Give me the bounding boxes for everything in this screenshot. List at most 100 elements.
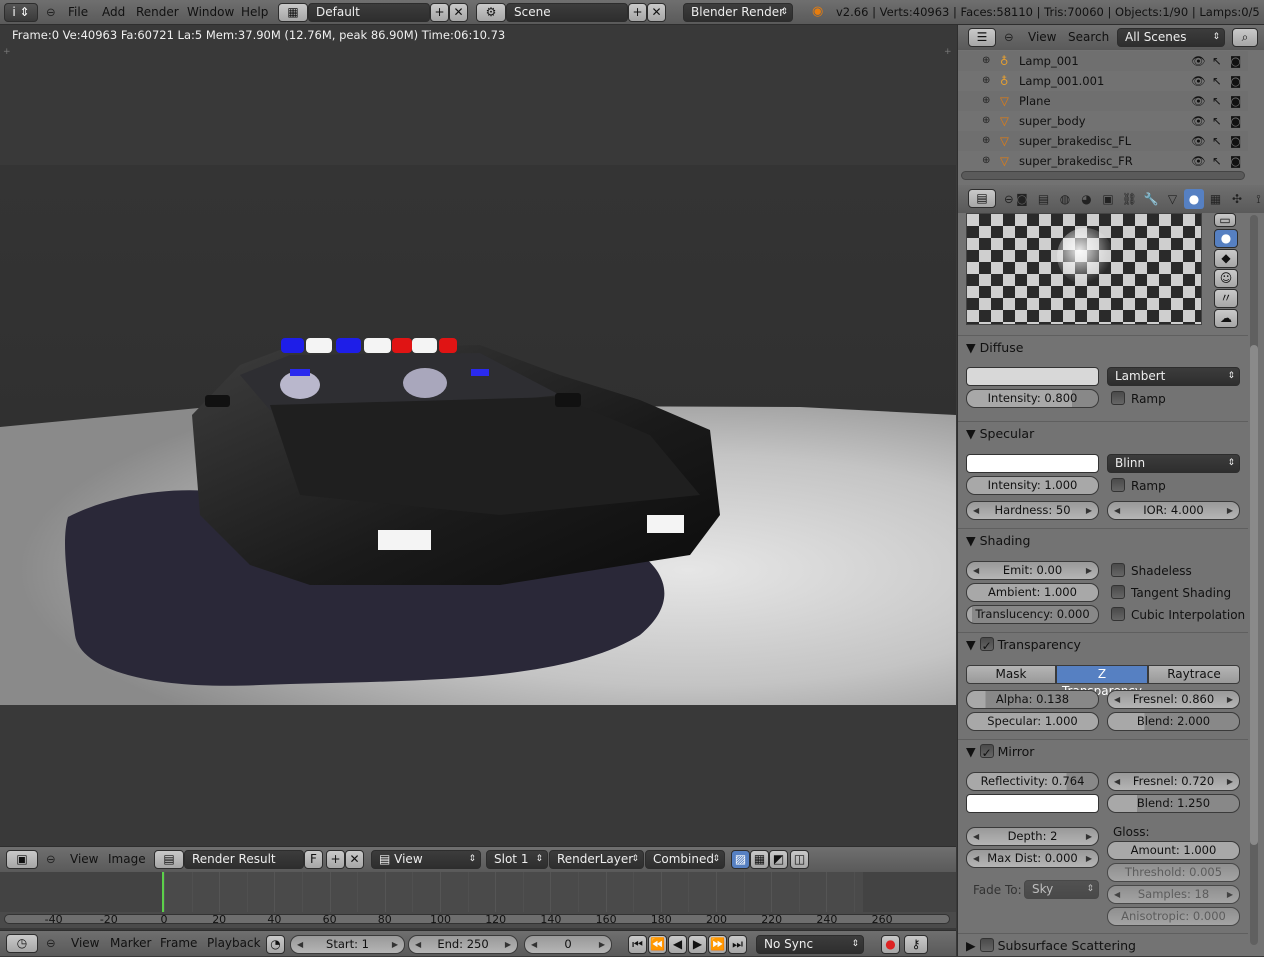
transparency-checkbox[interactable]: ✓ [980,637,994,651]
render-engine-select[interactable]: Blender Render⇕ [683,3,793,22]
editor-type-properties-icon[interactable]: ▤ [968,189,996,208]
outliner-item-name[interactable]: super_brakedisc_FR [1019,151,1133,171]
fake-user-button[interactable]: F [304,850,323,869]
outliner-item-name[interactable]: Lamp_001.001 [1019,71,1104,91]
keying-icon[interactable]: ⚷ [904,935,928,954]
specular-ramp-checkbox[interactable] [1111,478,1125,492]
draw-zbuffer-icon[interactable]: ◫ [790,850,809,869]
render-icon[interactable]: ◙ [1230,91,1241,111]
visibility-icon[interactable]: 👁 [1191,91,1206,111]
visibility-icon[interactable]: 👁 [1191,151,1206,171]
menu-frame[interactable]: Frame [160,931,197,956]
screen-layout-field[interactable]: Default [308,3,430,22]
draw-rgb-icon[interactable]: ▦ [750,850,769,869]
current-frame-marker[interactable] [162,872,164,912]
select-icon[interactable]: ↖ [1212,91,1222,111]
scene-icon[interactable]: ⚙ [476,3,506,22]
slot-select[interactable]: Slot 1⇕ [486,850,548,869]
add-scene-icon[interactable]: + [628,3,647,22]
tab-z-transparency[interactable]: Z Transparency [1056,665,1148,684]
screen-layout-icon[interactable]: ▦ [278,3,308,22]
transparency-blend-slider[interactable]: Blend: 2.000 [1107,712,1240,731]
scene-field[interactable]: Scene [506,3,628,22]
gloss-threshold-slider[interactable]: Threshold: 0.005 [1107,863,1240,882]
select-icon[interactable]: ↖ [1212,71,1222,91]
menu-window[interactable]: Window [187,0,234,25]
render-pass-select[interactable]: Combined⇕ [645,850,725,869]
start-frame-field[interactable]: ◀Start: 1▶ [290,935,405,954]
data-icon[interactable]: ▽ [1163,189,1183,209]
collapse-menu-icon[interactable]: ⊖ [46,5,56,19]
scene-icon[interactable]: ◍ [1055,189,1075,209]
texture-icon[interactable]: ▦ [1206,189,1226,209]
render-icon[interactable]: ◙ [1230,151,1241,171]
editor-type-outliner-icon[interactable]: ☰ [968,28,996,47]
outliner-row[interactable]: ⊕♁Lamp_001👁↖◙ [958,51,1248,71]
preview-range-icon[interactable]: ◔ [266,935,285,954]
expand-icon[interactable]: ⊕ [982,51,990,71]
menu-view[interactable]: View [1028,25,1056,50]
physics-icon[interactable]: ⟟ [1249,189,1264,209]
play-reverse-icon[interactable]: ◀ [668,935,687,954]
jump-end-icon[interactable]: ⏭ [728,935,747,954]
outliner-scrollbar[interactable] [961,171,1245,180]
expand-icon[interactable]: ⊕ [982,151,990,171]
select-icon[interactable]: ↖ [1212,111,1222,131]
menu-help[interactable]: Help [241,0,268,25]
properties-scrollbar-track[interactable] [1250,215,1258,945]
alpha-slider[interactable]: Alpha: 0.138 [966,690,1099,709]
transparency-panel-header[interactable]: ▼ ✓ Transparency [966,634,1248,656]
particles-icon[interactable]: ✣ [1227,189,1247,209]
visibility-icon[interactable]: 👁 [1191,131,1206,151]
outliner-item-name[interactable]: Plane [1019,91,1051,111]
collapse-menu-icon[interactable]: ⊖ [46,852,56,866]
outliner-display-select[interactable]: All Scenes⇕ [1117,28,1225,47]
menu-add[interactable]: Add [102,0,125,25]
add-layout-icon[interactable]: + [430,3,449,22]
outliner-row[interactable]: ⊕▽Plane👁↖◙ [958,91,1248,111]
outliner-row[interactable]: ⊕▽super_brakedisc_FR👁↖◙ [958,151,1248,171]
gloss-amount-slider[interactable]: Amount: 1.000 [1107,841,1240,860]
select-icon[interactable]: ↖ [1212,151,1222,171]
render-icon[interactable]: ◙ [1012,189,1032,209]
preview-cube-icon[interactable]: ◆ [1214,249,1238,268]
mirror-color-swatch[interactable] [966,794,1099,813]
delete-scene-icon[interactable]: ✕ [647,3,666,22]
tangent-shading-checkbox[interactable] [1111,585,1125,599]
fade-to-select[interactable]: Sky⇕ [1024,880,1099,899]
outliner-item-name[interactable]: super_body [1019,111,1086,131]
gloss-samples-field[interactable]: ◀Samples: 18▶ [1107,885,1240,904]
properties-scrollbar-thumb[interactable] [1250,345,1258,845]
jump-start-icon[interactable]: ⏮ [628,935,647,954]
menu-file[interactable]: File [68,0,88,25]
editor-type-image-icon[interactable]: ▣ [6,850,38,869]
max-dist-field[interactable]: ◀Max Dist: 0.000▶ [966,849,1099,868]
menu-view[interactable]: View [71,931,99,956]
current-frame-field[interactable]: ◀0▶ [524,935,612,954]
view-select[interactable]: ▤ View⇕ [371,850,481,869]
image-editor-area[interactable]: Frame:0 Ve:40963 Fa:60721 La:5 Mem:37.90… [0,25,956,846]
shading-panel-header[interactable]: ▼ Shading [966,530,1248,552]
transparency-fresnel-field[interactable]: ◀Fresnel: 0.860▶ [1107,690,1240,709]
specular-panel-header[interactable]: ▼ Specular [966,423,1248,445]
timeline-area[interactable]: -40-200204060801001201401601802002202402… [0,872,956,928]
material-icon[interactable]: ● [1184,189,1204,209]
menu-render[interactable]: Render [136,0,179,25]
specular-color-swatch[interactable] [966,454,1099,473]
delete-layout-icon[interactable]: ✕ [449,3,468,22]
transparency-specular-slider[interactable]: Specular: 1.000 [966,712,1099,731]
diffuse-intensity-slider[interactable]: Intensity: 0.800 [966,389,1099,408]
expand-icon[interactable]: ⊕ [982,131,990,151]
sss-checkbox[interactable] [980,938,994,952]
draw-alpha-icon[interactable]: ◩ [769,850,788,869]
preview-monkey-icon[interactable]: ☺ [1214,269,1238,288]
unlink-image-icon[interactable]: ✕ [345,850,364,869]
outliner-item-name[interactable]: super_brakedisc_FL [1019,131,1131,151]
diffuse-color-swatch[interactable] [966,367,1099,386]
browse-image-icon[interactable]: ▤ [154,850,184,869]
render-layer-select[interactable]: RenderLayer⇕ [549,850,644,869]
modifiers-icon[interactable]: 🔧 [1141,189,1161,209]
menu-view[interactable]: View [70,847,98,872]
outliner-row[interactable]: ⊕▽super_brakedisc_FL👁↖◙ [958,131,1248,151]
emit-field[interactable]: ◀Emit: 0.00▶ [966,561,1099,580]
